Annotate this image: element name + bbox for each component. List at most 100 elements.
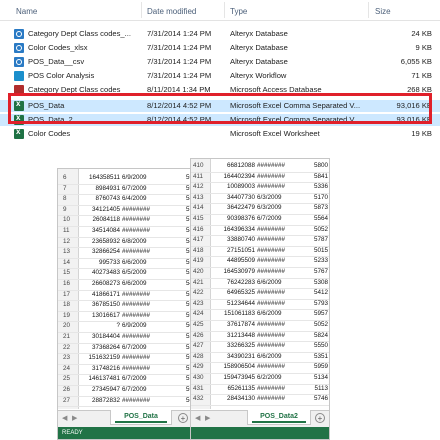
tab-scroll-right-icon[interactable]: ▶ — [72, 414, 77, 422]
cell-value[interactable]: 5746 — [314, 395, 328, 402]
cell-value[interactable]: 5959 — [314, 363, 328, 370]
cell-date[interactable]: ######## — [257, 226, 285, 233]
cell-id[interactable]: 65261135 — [227, 385, 255, 392]
cell-value[interactable]: 5800 — [314, 162, 328, 169]
add-sheet-icon[interactable]: + — [315, 413, 325, 423]
cell-id[interactable]: 8984931 — [95, 185, 120, 192]
cell-id[interactable]: 44895509 — [227, 257, 255, 264]
cell-id[interactable]: 27151051 — [227, 247, 255, 254]
cell-id[interactable]: 34407730 — [227, 194, 255, 201]
cell-id[interactable]: 40273483 — [92, 269, 120, 276]
cell-id[interactable]: 32866254 — [92, 248, 120, 255]
cell-id[interactable]: 37617874 — [227, 321, 255, 328]
cell-id[interactable]: 151061183 — [224, 310, 255, 317]
cell-date[interactable]: ######## — [257, 395, 285, 402]
cell-id[interactable]: 158906504 — [223, 363, 255, 370]
cell-id[interactable]: 10089003 — [227, 183, 255, 190]
cell-value[interactable]: 5873 — [314, 204, 328, 211]
cell-date[interactable]: ######## — [257, 173, 285, 180]
cell-date[interactable]: 6/2/2009 — [257, 374, 282, 381]
add-sheet-icon[interactable]: + — [178, 413, 188, 423]
cell-date[interactable]: 6/6/2009 — [257, 310, 282, 317]
cell-id[interactable]: 51234644 — [227, 300, 255, 307]
cell-date[interactable]: ######## — [122, 365, 150, 372]
column-header-type[interactable]: Type — [230, 7, 247, 16]
cell-date[interactable]: 6/7/2009 — [122, 375, 147, 382]
cell-date[interactable]: ######## — [257, 342, 285, 349]
cell-date[interactable]: 6/3/2009 — [257, 204, 282, 211]
cell-date[interactable]: ######## — [257, 268, 285, 275]
cell-value[interactable]: 5113 — [314, 385, 328, 392]
cell-date[interactable]: 6/7/2009 — [122, 185, 147, 192]
cell-date[interactable]: 6/7/2009 — [122, 344, 147, 351]
cell-value[interactable]: 5793 — [314, 300, 328, 307]
cell-id[interactable]: 164358511 — [89, 174, 120, 181]
cell-date[interactable]: ######## — [257, 321, 285, 328]
cell-date[interactable]: ######## — [257, 183, 285, 190]
column-header-name[interactable]: Name — [16, 7, 37, 16]
cell-value[interactable]: 5308 — [314, 279, 328, 286]
cell-date[interactable]: ######## — [257, 247, 285, 254]
file-row[interactable]: POS Color Analysis 7/31/2014 1:24 PM Alter… — [0, 70, 440, 82]
cell-date[interactable]: ######## — [257, 363, 285, 370]
cell-date[interactable]: 6/9/2009 — [122, 174, 147, 181]
cell-id[interactable]: 90398376 — [227, 215, 255, 222]
cell-date[interactable]: ######## — [257, 300, 285, 307]
cell-id[interactable]: 30184404 — [92, 333, 120, 340]
cell-id[interactable]: 164530979 — [223, 268, 255, 275]
file-row[interactable]: Color Codes Microsoft Excel Worksheet 19 K… — [0, 127, 440, 140]
cell-id[interactable]: 27345947 — [92, 386, 120, 393]
cell-id[interactable]: 146137481 — [88, 375, 120, 382]
cell-id[interactable]: 31213448 — [227, 332, 255, 339]
cell-id[interactable]: 33266325 — [227, 342, 255, 349]
cell-id[interactable]: 28872832 — [92, 397, 120, 404]
cell-value[interactable]: 5787 — [314, 236, 328, 243]
cell-id[interactable]: 34390231 — [227, 353, 255, 360]
cell-date[interactable]: ######## — [122, 227, 150, 234]
tab-scroll-right-icon[interactable]: ▶ — [205, 414, 210, 422]
cell-id[interactable]: 28434130 — [227, 395, 255, 402]
cell-value[interactable]: 5052 — [314, 226, 328, 233]
cell-date[interactable]: ######## — [257, 257, 285, 264]
cell-date[interactable]: ######## — [257, 162, 285, 169]
cell-date[interactable]: ######## — [122, 248, 150, 255]
cell-id[interactable]: ? — [116, 322, 120, 329]
cell-date[interactable]: ######## — [122, 206, 150, 213]
cell-id[interactable]: 37368264 — [92, 344, 120, 351]
cell-date[interactable]: ######## — [122, 301, 150, 308]
cell-id[interactable]: 64965325 — [227, 289, 255, 296]
cell-value[interactable]: 5134 — [314, 374, 328, 381]
file-row[interactable]: Category Dept Class codes_... 7/31/2014 1… — [0, 28, 440, 40]
cell-value[interactable]: 5052 — [314, 321, 328, 328]
column-header-date-modified[interactable]: Date modified — [147, 7, 196, 16]
sheet-tab-pos-data2[interactable]: POS_Data2 — [247, 410, 311, 425]
tab-scroll-left-icon[interactable]: ◀ — [195, 414, 200, 422]
cell-date[interactable]: ######## — [122, 397, 150, 404]
cell-date[interactable]: 6/8/2009 — [122, 238, 147, 245]
cell-date[interactable]: ######## — [122, 216, 150, 223]
cell-id[interactable]: 8760743 — [95, 195, 120, 202]
cell-date[interactable]: ######## — [257, 385, 285, 392]
cell-date[interactable]: 6/7/2009 — [122, 386, 147, 393]
tab-scroll-left-icon[interactable]: ◀ — [62, 414, 67, 422]
cell-date[interactable]: ######## — [122, 354, 150, 361]
cell-date[interactable]: 6/5/2009 — [122, 269, 147, 276]
cell-id[interactable]: 34121405 — [92, 206, 120, 213]
cell-date[interactable]: ######## — [257, 332, 285, 339]
cell-id[interactable]: 41866171 — [92, 291, 120, 298]
cell-id[interactable]: 36785150 — [92, 301, 120, 308]
cell-value[interactable]: 5336 — [314, 183, 328, 190]
cell-date[interactable]: ######## — [122, 291, 150, 298]
cell-id[interactable]: 164402394 — [223, 173, 255, 180]
cell-date[interactable]: 6/6/2009 — [122, 280, 147, 287]
cell-date[interactable]: 6/7/2009 — [257, 215, 282, 222]
cell-date[interactable]: 6/6/2009 — [257, 353, 282, 360]
cell-id[interactable]: 164396334 — [223, 226, 255, 233]
cell-value[interactable]: 5015 — [314, 247, 328, 254]
cell-value[interactable]: 5412 — [314, 289, 328, 296]
cell-date[interactable]: 6/4/2009 — [122, 195, 147, 202]
cell-id[interactable]: 66812088 — [227, 162, 255, 169]
cell-date[interactable]: ######## — [122, 333, 150, 340]
cell-value[interactable]: 5170 — [314, 194, 328, 201]
cell-date[interactable]: 6/9/2009 — [122, 322, 147, 329]
